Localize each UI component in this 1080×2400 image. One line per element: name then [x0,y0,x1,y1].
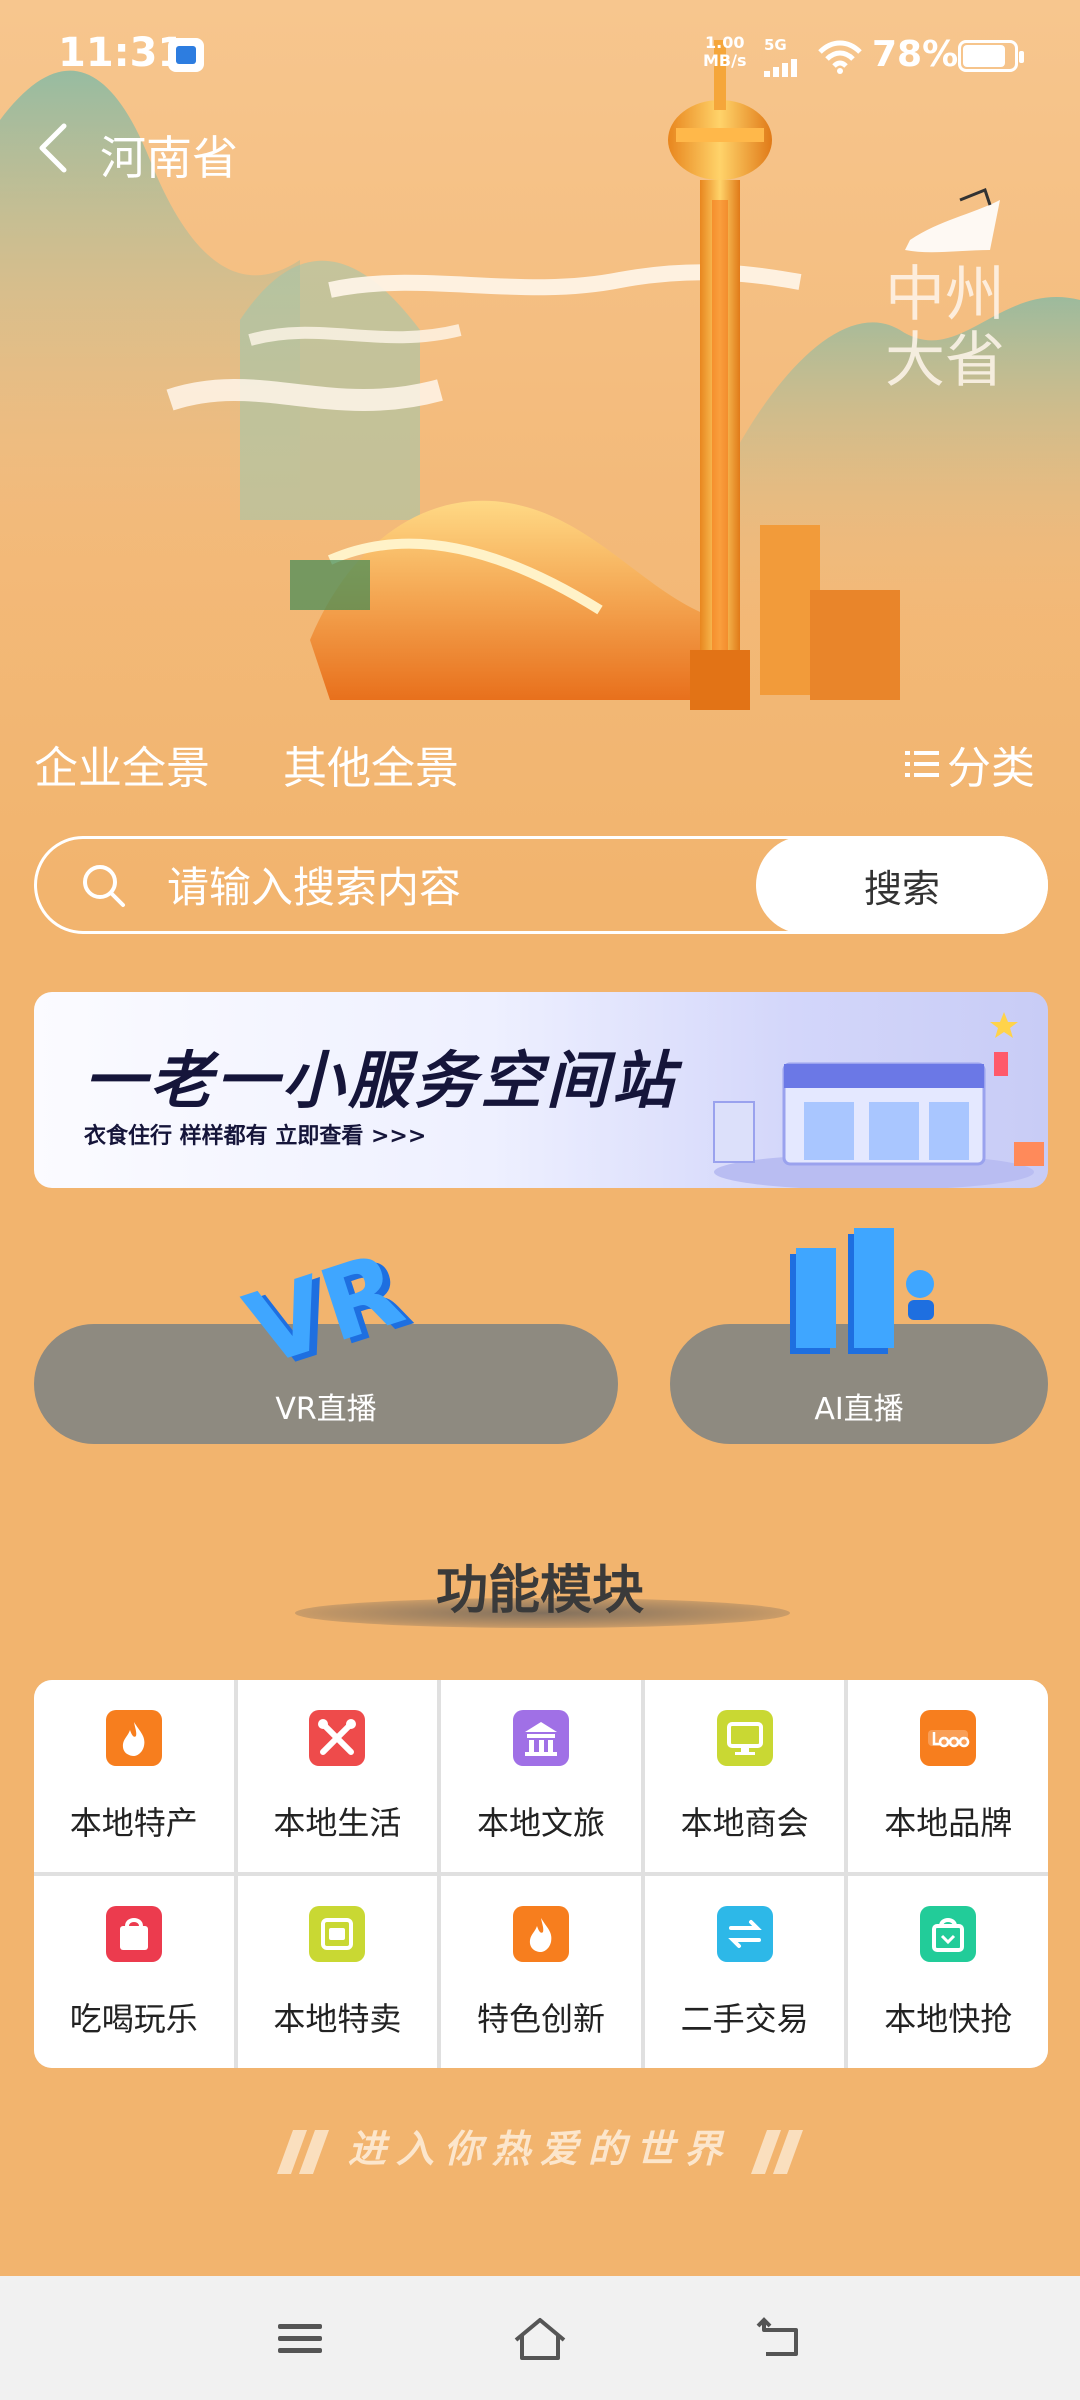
promo-title: 一老一小服务空间站 [84,1044,679,1117]
slogan: 进入你热爱的世界 [0,2118,1080,2174]
tab-enterprise-panorama[interactable]: 企业全景 [34,732,210,796]
module-label: 吃喝玩乐 [69,2000,198,2038]
module-grid: 本地特产 本地生活 本地文旅 本地商会 本地品牌 吃喝玩乐 本地特卖 特色创新 … [34,1680,1048,2068]
recent-apps-icon[interactable] [270,2314,330,2364]
logo-icon [920,1710,977,1766]
module-label: 特色创新 [476,2000,605,2038]
list-menu-icon [905,751,939,777]
flame-icon [105,1710,162,1766]
slogan-text: 进入你热爱的世界 [347,2127,732,2171]
module-label: 本地快抢 [884,2000,1013,2038]
search-bar: 搜索 [34,836,1048,934]
search-button[interactable]: 搜索 [756,836,1048,934]
quick-buy-bag-icon [920,1906,977,1962]
search-input[interactable] [167,857,767,917]
search-icon [83,865,125,907]
sale-tag-icon [309,1906,366,1962]
section-title: 功能模块 [435,1561,644,1621]
module-local-chamber[interactable]: 本地商会 [644,1680,845,1872]
module-food-fun[interactable]: 吃喝玩乐 [34,1876,234,2068]
exchange-icon [716,1906,773,1962]
module-label: 本地文旅 [476,1804,605,1842]
system-navigation-bar [0,2276,1080,2400]
network-speed-value: 1.00 [705,33,745,52]
back-nav-icon[interactable] [750,2314,810,2364]
module-label: 本地特卖 [273,2000,402,2038]
promo-banner[interactable]: 一老一小服务空间站 衣食住行 样样都有 立即查看 >>> [34,992,1048,1188]
home-icon[interactable] [510,2314,570,2364]
network-speed: 1.00 MB/s [703,34,746,70]
ai-live-label: AI直播 [814,1392,904,1427]
module-local-specialty[interactable]: 本地特产 [34,1680,234,1872]
status-bar: 11:31 1.00 MB/s 5G 78% [0,0,1080,110]
back-arrow-icon[interactable] [34,122,74,174]
module-local-sale[interactable]: 本地特卖 [237,1876,438,2068]
battery-percent: 78% [872,34,959,75]
service-station-illustration [713,1012,1044,1188]
category-label: 分类 [947,743,1035,794]
ai-live-button[interactable]: AI直播 [670,1228,1048,1444]
module-second-hand[interactable]: 二手交易 [644,1876,845,2068]
status-time: 11:31 [58,30,186,76]
promo-subtitle: 衣食住行 样样都有 立即查看 >>> [84,1124,427,1149]
flame-icon [512,1906,569,1962]
cellular-signal-icon: 5G [760,36,810,77]
vr-3d-icon: VR VR [233,1244,424,1374]
module-local-culture-tourism[interactable]: 本地文旅 [441,1680,641,1872]
tools-icon [309,1710,366,1766]
shopping-bag-icon [105,1906,162,1962]
page-title: 河南省 [100,131,238,185]
module-featured-innovation[interactable]: 特色创新 [441,1876,641,2068]
vr-live-button[interactable]: VR VR VR直播 [34,1244,618,1444]
module-local-brand[interactable]: 本地品牌 [848,1680,1048,1872]
module-label: 本地特产 [69,1804,198,1842]
module-label: 本地生活 [273,1804,402,1842]
module-label: 二手交易 [680,2000,809,2038]
module-local-flash-buy[interactable]: 本地快抢 [848,1876,1048,2068]
category-button[interactable]: 分类 [905,732,1035,796]
hero-calligraphy: 中州大省 [885,260,1005,396]
tab-other-panorama[interactable]: 其他全景 [283,732,459,796]
module-label: 本地品牌 [884,1804,1013,1842]
battery-icon [958,40,1024,72]
network-speed-unit: MB/s [703,51,747,70]
module-local-life[interactable]: 本地生活 [237,1680,438,1872]
app-notification-icon [168,38,204,72]
module-label: 本地商会 [680,1804,809,1842]
vr-live-label: VR直播 [275,1392,377,1427]
ai-3d-icon [790,1228,934,1354]
monitor-icon [716,1710,773,1766]
network-type: 5G [764,36,787,54]
landmark-icon [512,1710,569,1766]
wifi-icon [818,40,862,74]
